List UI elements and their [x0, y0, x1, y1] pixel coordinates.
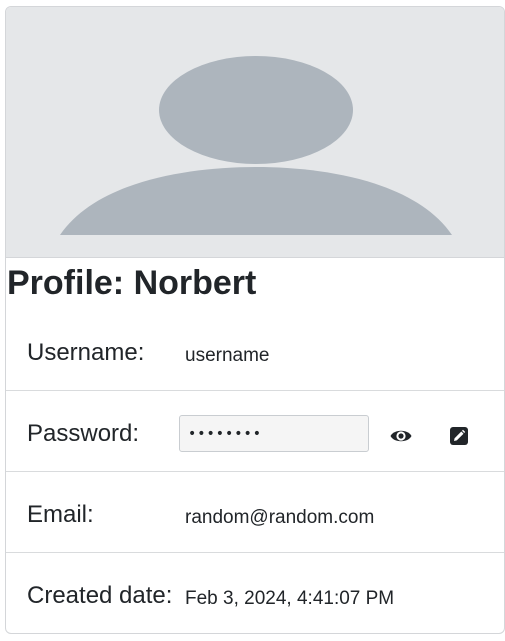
avatar	[6, 7, 504, 258]
username-label: Username:	[27, 339, 145, 366]
created-date-label: Created date:	[27, 582, 173, 609]
page-title: Profile: Norbert	[7, 264, 257, 302]
email-label: Email:	[27, 501, 94, 528]
password-row: Password:	[6, 391, 504, 472]
username-row: Username: username	[6, 310, 504, 391]
created-date-row: Created date: Feb 3, 2024, 4:41:07 PM	[6, 553, 504, 633]
password-label: Password:	[27, 420, 140, 447]
profile-card: Profile: Norbert Username: username Pass…	[5, 6, 505, 634]
person-silhouette-icon	[60, 56, 452, 235]
eye-icon[interactable]	[389, 424, 413, 448]
password-field[interactable]	[179, 415, 369, 452]
username-value: username	[185, 345, 270, 366]
email-row: Email: random@random.com	[6, 472, 504, 553]
pencil-square-icon[interactable]	[447, 424, 471, 448]
email-value: random@random.com	[185, 507, 375, 528]
created-date-value: Feb 3, 2024, 4:41:07 PM	[185, 588, 395, 609]
